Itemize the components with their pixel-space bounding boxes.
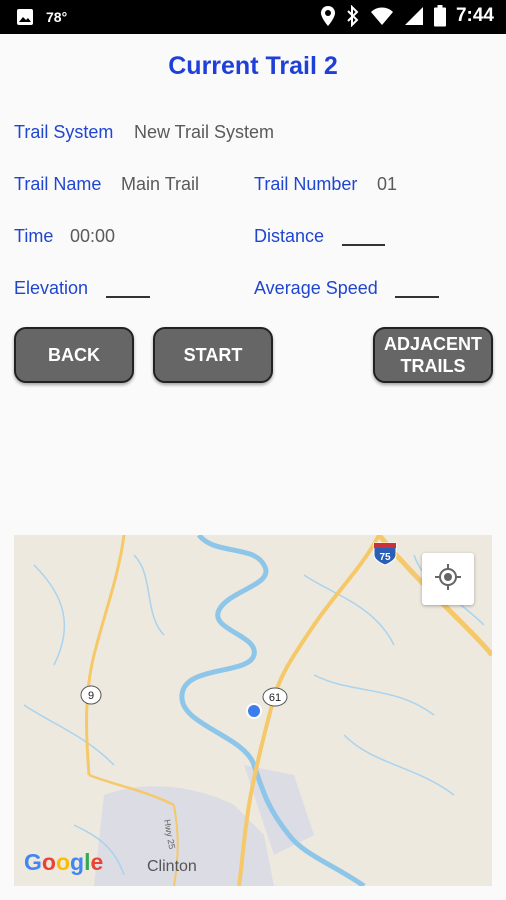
distance-value: [342, 243, 385, 246]
route-shield-61: 61: [262, 687, 288, 707]
google-letter: g: [70, 849, 85, 875]
trail-name-label: Trail Name: [14, 174, 102, 194]
average-speed-value: [395, 295, 439, 298]
clock-time: 7:44: [455, 5, 494, 26]
trail-system-value: New Trail System: [134, 122, 275, 142]
route-9: [85, 535, 126, 776]
map-canvas: 9 61 75 Hwy 25: [23, 535, 492, 886]
google-letter: o: [55, 849, 71, 875]
time-label: Time: [14, 226, 54, 246]
distance-label: Distance: [254, 226, 325, 246]
route-9-label: 9: [88, 690, 94, 702]
current-location-dot: [246, 703, 262, 719]
bluetooth-icon: [346, 5, 360, 27]
status-bar: 78° 7:44: [0, 0, 506, 34]
crosshair-icon: [434, 563, 462, 596]
place-label-clinton: Clinton: [147, 858, 197, 875]
google-logo: Google: [24, 849, 103, 876]
trail-number-value: 01: [377, 174, 398, 194]
time-value: 00:00: [70, 226, 116, 246]
start-button[interactable]: START: [153, 327, 273, 383]
back-button[interactable]: BACK: [14, 327, 134, 383]
average-speed-label: Average Speed: [254, 278, 378, 298]
adjacent-trails-label-line1: ADJACENT: [383, 334, 482, 354]
google-letter: G: [24, 849, 42, 875]
google-letter: e: [90, 849, 104, 875]
adjacent-trails-button[interactable]: ADJACENT TRAILS: [373, 327, 493, 383]
route-shield-9: 9: [80, 685, 102, 705]
wifi-icon: [370, 6, 394, 26]
signal-icon: [404, 6, 424, 26]
adjacent-trails-label-line2: TRAILS: [400, 356, 466, 376]
interstate-shield-75: 75: [373, 542, 397, 566]
location-icon: [320, 5, 336, 27]
my-location-button[interactable]: [422, 553, 474, 605]
battery-icon: [433, 5, 446, 27]
trail-number-label: Trail Number: [254, 174, 358, 194]
interstate-75-label: 75: [379, 552, 391, 563]
route-61-label: 61: [269, 692, 281, 704]
map-view[interactable]: 9 61 75 Hwy 25 Google Clinton: [14, 535, 492, 886]
trail-name-value: Main Trail: [121, 174, 200, 194]
trail-system-label: Trail System: [14, 122, 114, 142]
temperature-text: 78°: [46, 9, 68, 25]
page-title: Current Trail 2: [168, 52, 338, 80]
elevation-value: [106, 295, 150, 298]
image-icon: [16, 8, 34, 26]
back-button-label: BACK: [48, 345, 100, 365]
google-letter: o: [41, 849, 56, 875]
elevation-label: Elevation: [14, 278, 89, 298]
start-button-label: START: [183, 345, 243, 365]
